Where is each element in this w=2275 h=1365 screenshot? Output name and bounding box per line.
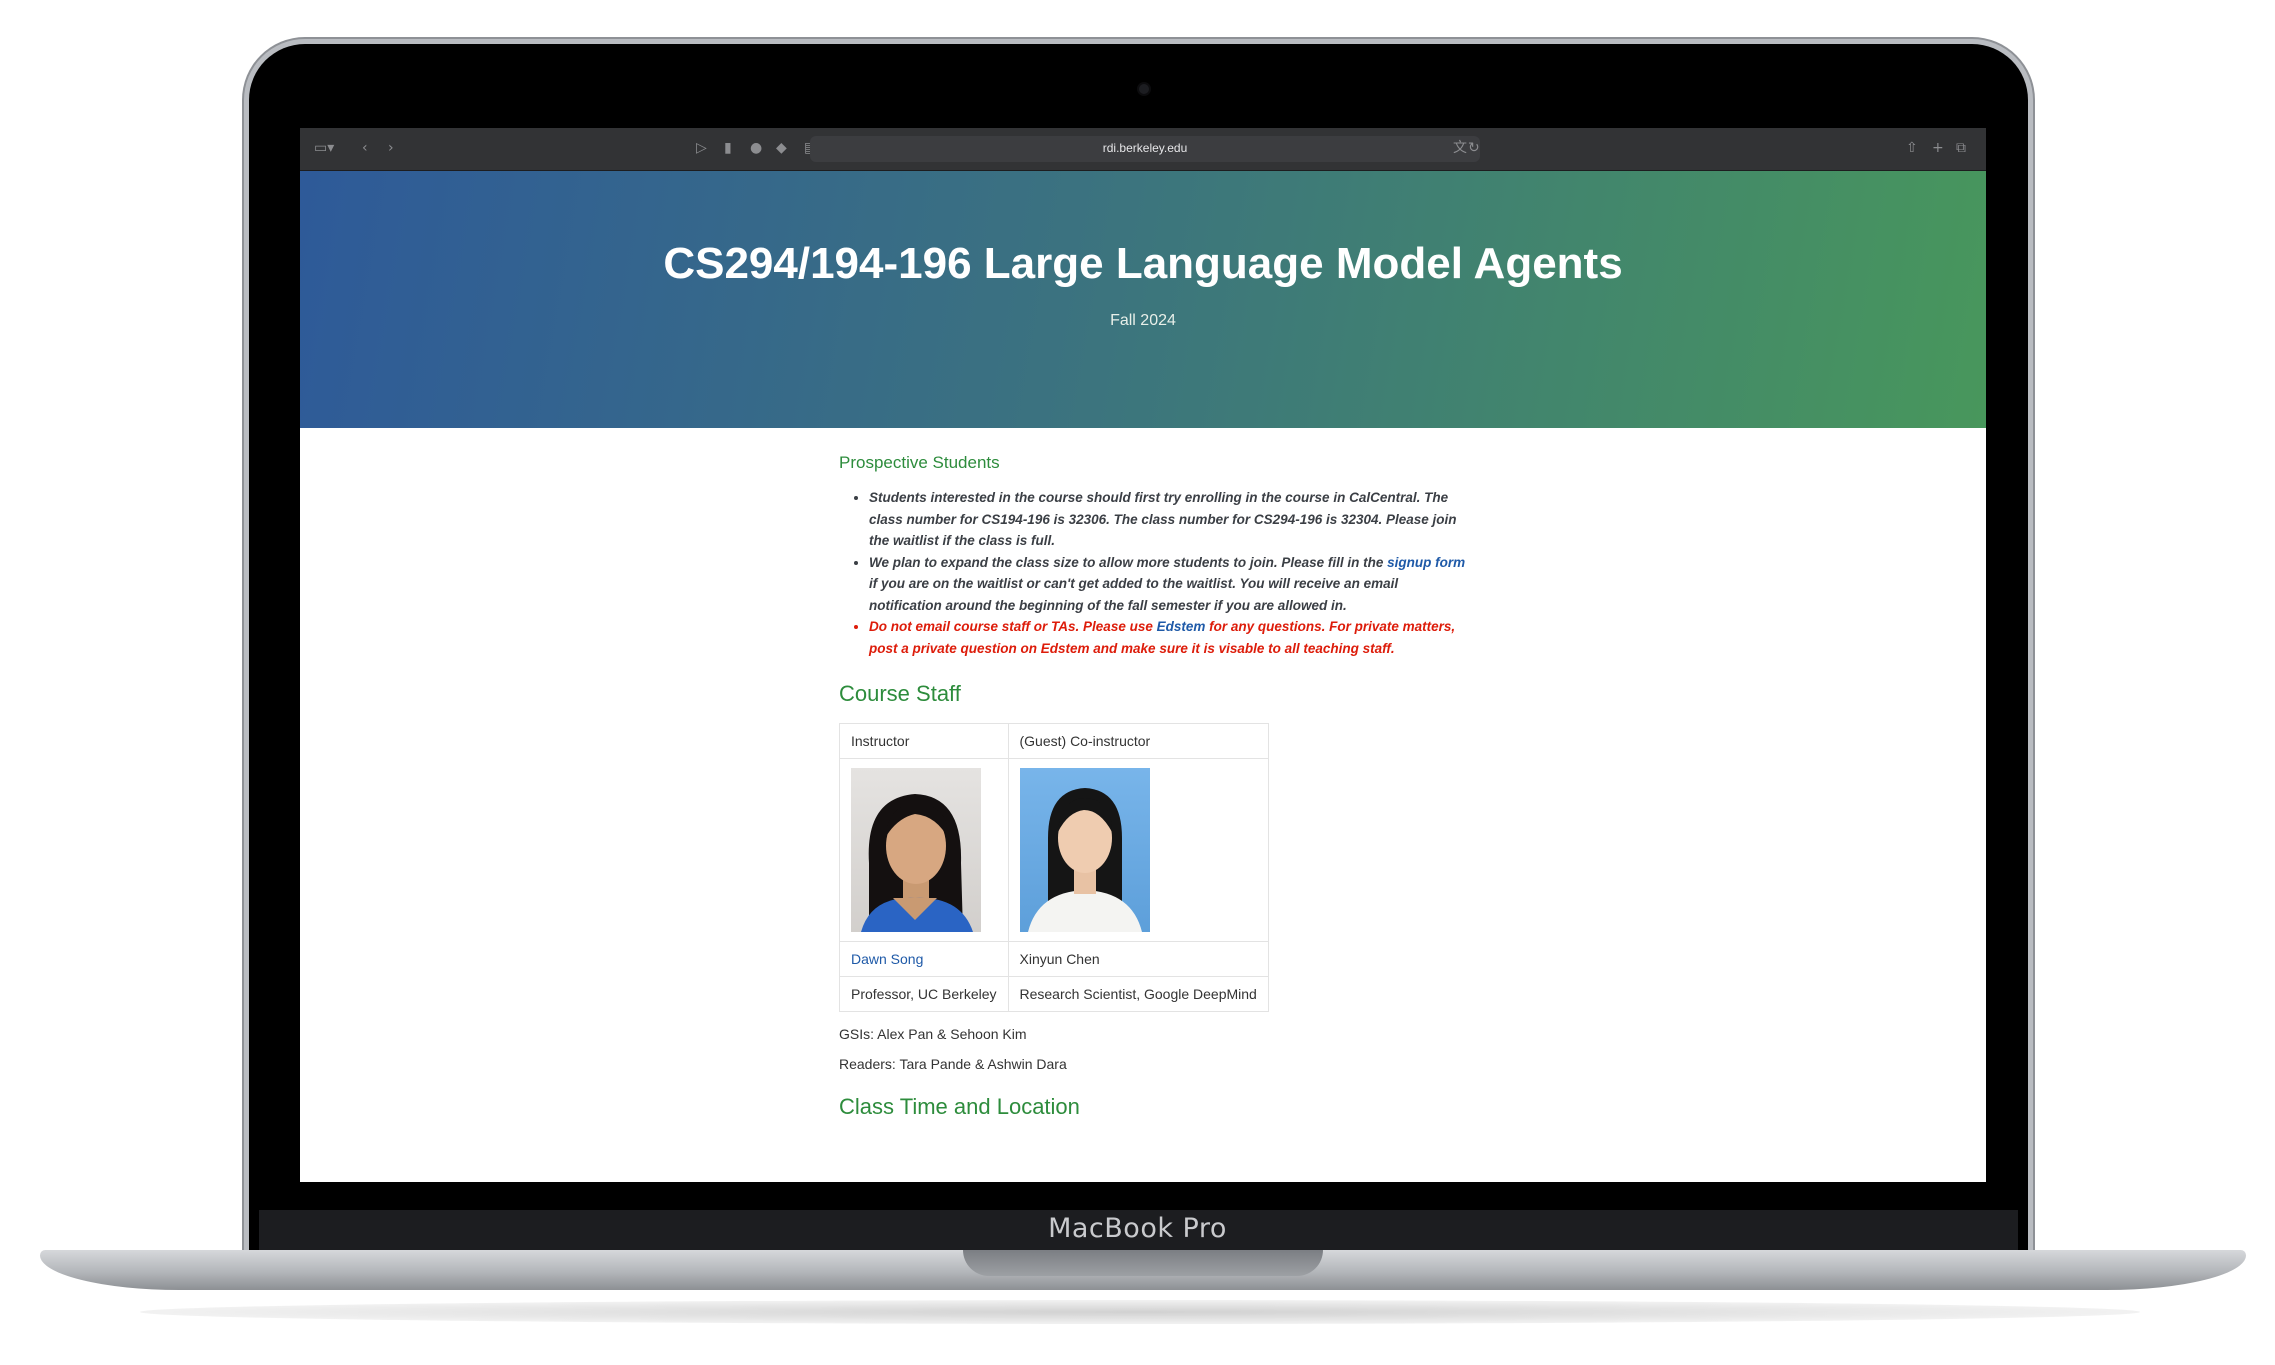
camera-icon [1139,84,1149,94]
photo-cell [1007,758,1269,942]
chevron-left-icon[interactable]: ‹ [362,137,368,159]
readers-line: Readers: Tara Pande & Ashwin Dara [839,1056,1067,1072]
main-content: Prospective Students Students interested… [839,453,1469,1136]
shield-icon[interactable]: ● [750,137,762,159]
reload-icon[interactable]: ↻ [1468,137,1480,159]
page-icon[interactable]: ▮ [724,137,732,159]
browser-screen: ▭▾ ‹ › ▷ ▮ ● ◆ ▤ rdi.berkeley.edu 文 ↻ ⇧ … [300,128,1986,1182]
page-subtitle: Fall 2024 [1110,312,1176,329]
new-tab-icon[interactable]: + [1932,137,1944,159]
extension-icon[interactable]: ◆ [776,137,787,159]
title-cell: Professor, UC Berkeley [839,976,1009,1012]
gsis-line: GSIs: Alex Pan & Sehoon Kim [839,1026,1027,1042]
table-row [839,758,1269,942]
name-cell: Xinyun Chen [1007,941,1269,977]
list-item-text: Students interested in the course should… [869,490,1457,548]
header-banner: CS294/194-196 Large Language Model Agent… [300,171,1986,428]
prospective-heading: Prospective Students [839,453,1000,472]
list-item: Do not email course staff or TAs. Please… [869,616,1469,659]
title-cell: Research Scientist, Google DeepMind [1007,976,1269,1012]
translate-icon[interactable]: 文 [1453,137,1467,159]
share-icon[interactable]: ⇧ [1906,137,1918,159]
dawn-song-link[interactable]: Dawn Song [851,951,923,967]
tab-icon[interactable]: ▷ [696,137,707,159]
role-cell: Instructor [839,723,1009,759]
instructor-photo [851,768,981,932]
device-brand: MacBook Pro [1048,1213,1227,1244]
co-instructor-photo [1019,768,1150,932]
prospective-list: Students interested in the course should… [839,487,1469,659]
chevron-right-icon[interactable]: › [388,137,394,159]
laptop-notch [963,1250,1323,1276]
page-title: CS294/194-196 Large Language Model Agent… [663,239,1623,288]
staff-table: Instructor (Guest) Co-instructor Dawn So… [839,723,1269,1012]
role-cell: (Guest) Co-instructor [1007,723,1269,759]
list-item: Students interested in the course should… [869,487,1469,552]
address-bar[interactable]: rdi.berkeley.edu [810,136,1480,162]
list-item-text: Do not email course staff or TAs. Please… [869,619,1157,634]
table-row: Professor, UC Berkeley Research Scientis… [839,976,1269,1012]
name-cell: Dawn Song [839,941,1009,977]
laptop-shadow [140,1300,2140,1324]
class-time-heading: Class Time and Location [839,1094,1080,1119]
table-row: Instructor (Guest) Co-instructor [839,723,1269,759]
sidebar-icon[interactable]: ▭▾ [314,137,334,159]
edstem-link[interactable]: Edstem [1157,619,1206,634]
list-item-text: if you are on the waitlist or can't get … [869,576,1399,613]
browser-toolbar: ▭▾ ‹ › ▷ ▮ ● ◆ ▤ rdi.berkeley.edu 文 ↻ ⇧ … [300,128,1986,171]
signup-form-link[interactable]: signup form [1387,555,1465,570]
list-item-text: We plan to expand the class size to allo… [869,554,1388,570]
course-staff-heading: Course Staff [839,681,961,706]
tabs-icon[interactable]: ⧉ [1956,137,1966,159]
photo-cell [839,758,1009,942]
address-url[interactable]: rdi.berkeley.edu [810,141,1480,155]
list-item: We plan to expand the class size to allo… [869,552,1469,617]
table-row: Dawn Song Xinyun Chen [839,941,1269,977]
